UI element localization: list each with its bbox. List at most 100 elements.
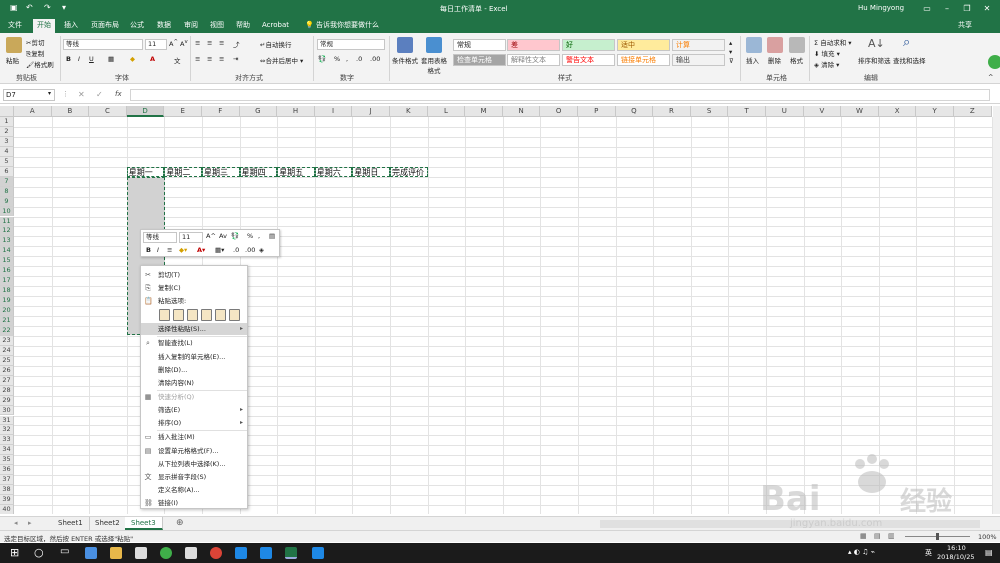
cell-row6[interactable]: 星期三 — [202, 167, 240, 177]
gallery-scroll-down-icon[interactable]: ▾ — [729, 48, 732, 56]
cell-row6[interactable]: 星期二 — [164, 167, 202, 177]
row-header-32[interactable]: 32 — [0, 425, 14, 436]
store-icon[interactable] — [185, 547, 197, 559]
notification-icon[interactable]: ▤ — [985, 548, 993, 557]
tray-icons[interactable]: ▴ ◐ ♫ ⌁ — [848, 548, 875, 556]
column-header-o[interactable]: O — [540, 106, 578, 117]
maximize-button[interactable]: ❐ — [957, 2, 977, 15]
save-icon[interactable]: ▣ — [10, 3, 18, 12]
page-layout-view-icon[interactable]: ▤ — [874, 532, 881, 540]
grow-font-icon[interactable]: A^ — [169, 39, 178, 48]
menu-item-4[interactable]: 选择性粘贴(S)... ▸ — [141, 323, 247, 335]
insert-function-icon[interactable]: fx — [115, 90, 122, 98]
photos-icon[interactable] — [260, 547, 272, 559]
mini-clear-icon[interactable]: ◈ — [259, 246, 264, 254]
mini-italic-button[interactable]: I — [157, 246, 159, 254]
menu-item-2[interactable]: ⎘ 复制(C) — [141, 282, 247, 294]
column-header-a[interactable]: A — [14, 106, 52, 117]
row-header-5[interactable]: 5 — [0, 156, 14, 167]
column-header-c[interactable]: C — [89, 106, 127, 117]
menu-item-8[interactable]: 清除内容(N) — [141, 377, 247, 389]
phonetic-icon[interactable]: 文 — [174, 55, 181, 65]
column-header-e[interactable]: E — [164, 106, 202, 117]
zoom-slider-thumb[interactable] — [936, 533, 939, 540]
currency-icon[interactable]: 💱 — [318, 55, 326, 63]
column-header-l[interactable]: L — [427, 106, 466, 117]
column-header-i[interactable]: I — [314, 106, 353, 117]
insert-cells-button[interactable]: 插入 — [746, 55, 759, 65]
cancel-icon[interactable]: ✕ — [78, 90, 85, 99]
format-painter-button[interactable]: 🖌格式刷 — [26, 59, 54, 69]
tab-data[interactable]: 数据 — [153, 19, 175, 33]
redo-icon[interactable]: ↷ — [44, 3, 51, 12]
column-header-q[interactable]: Q — [615, 106, 654, 117]
mini-fill-color-icon[interactable]: ◆▾ — [179, 246, 187, 254]
menu-item-5[interactable]: ⌕ 智能查找(L) — [141, 337, 247, 349]
tab-insert[interactable]: 插入 — [60, 19, 82, 33]
table-format-icon[interactable] — [426, 37, 442, 53]
borders-icon[interactable]: ▦ — [108, 55, 114, 63]
row-header-2[interactable]: 2 — [0, 126, 14, 137]
name-box-dropdown-icon[interactable]: ▾ — [48, 90, 51, 97]
row-header-15[interactable]: 15 — [0, 256, 14, 267]
delete-cells-button[interactable]: 删除 — [768, 55, 781, 65]
paste-icon[interactable] — [6, 37, 22, 53]
align-bottom-icon[interactable]: ≡ — [219, 39, 224, 47]
mini-bold-button[interactable]: B — [146, 246, 151, 254]
column-header-b[interactable]: B — [51, 106, 90, 117]
insert-cells-icon[interactable] — [746, 37, 762, 53]
row-header-37[interactable]: 37 — [0, 475, 14, 486]
tab-page-layout[interactable]: 页面布局 — [87, 19, 123, 33]
sort-filter-button[interactable]: 排序和筛选 — [858, 55, 891, 65]
mini-font-combo[interactable]: 等线 — [143, 232, 177, 243]
mini-currency-icon[interactable]: 💱 — [231, 232, 239, 240]
mini-decrease-decimal-icon[interactable]: .00 — [245, 246, 255, 254]
gallery-more-icon[interactable]: ⊽ — [729, 57, 734, 65]
cell-row6[interactable]: 完成评价 — [390, 167, 428, 177]
menu-item-12[interactable]: ▭ 插入批注(M) — [141, 431, 247, 443]
column-header-d[interactable]: D — [126, 106, 165, 117]
increase-decimal-icon[interactable]: .0 — [356, 55, 362, 63]
row-header-29[interactable]: 29 — [0, 395, 14, 406]
row-header-13[interactable]: 13 — [0, 236, 14, 247]
sheet-tab-3[interactable]: Sheet3 — [125, 517, 163, 530]
clock-time[interactable]: 16:10 — [947, 544, 966, 552]
align-center-icon[interactable]: ≡ — [207, 55, 212, 63]
row-header-18[interactable]: 18 — [0, 286, 14, 297]
scroll-right-icon[interactable]: ▸ — [28, 519, 32, 527]
gallery-scroll-up-icon[interactable]: ▴ — [729, 39, 732, 47]
row-header-23[interactable]: 23 — [0, 335, 14, 346]
cell-style-4[interactable]: 适中 — [617, 39, 670, 51]
row-header-21[interactable]: 21 — [0, 316, 14, 326]
file-explorer-icon[interactable] — [110, 547, 122, 559]
tab-home[interactable]: 开始 — [33, 19, 55, 33]
conditional-format-icon[interactable] — [397, 37, 413, 53]
row-header-3[interactable]: 3 — [0, 136, 14, 147]
app-icon[interactable] — [235, 547, 247, 559]
mini-borders-icon[interactable]: ▦▾ — [215, 246, 224, 254]
menu-item-6[interactable]: 插入复制的单元格(E)... — [141, 351, 247, 363]
mini-align-icon[interactable]: ≡ — [167, 246, 172, 254]
ime-indicator[interactable]: 英 — [925, 548, 932, 558]
italic-button[interactable]: I — [78, 55, 80, 63]
cell-style-1[interactable]: 常规 — [453, 39, 506, 51]
mini-grow-font-icon[interactable]: A^ — [206, 232, 216, 240]
orientation-icon[interactable]: ⤴ — [233, 39, 240, 49]
select-all-corner[interactable] — [0, 106, 14, 117]
paste-option-icon-4[interactable] — [201, 309, 212, 321]
row-header-30[interactable]: 30 — [0, 405, 14, 416]
menu-item-14[interactable]: 从下拉列表中选择(K)... — [141, 458, 247, 470]
cell-row6[interactable]: 星期一 — [126, 167, 165, 177]
row-header-14[interactable]: 14 — [0, 246, 14, 257]
row-header-27[interactable]: 27 — [0, 375, 14, 386]
menu-item-17[interactable]: ⛓ 链接(I) — [141, 497, 247, 509]
row-header-31[interactable]: 31 — [0, 415, 14, 426]
cell-style-7[interactable]: 解释性文本 — [507, 54, 560, 66]
row-header-9[interactable]: 9 — [0, 196, 14, 207]
row-header-16[interactable]: 16 — [0, 266, 14, 277]
mini-comma-icon[interactable]: , — [258, 232, 260, 240]
app2-icon[interactable] — [312, 547, 324, 559]
shrink-font-icon[interactable]: Av — [180, 39, 188, 48]
cell-style-9[interactable]: 链接单元格 — [617, 54, 670, 66]
underline-button[interactable]: U — [89, 55, 94, 63]
